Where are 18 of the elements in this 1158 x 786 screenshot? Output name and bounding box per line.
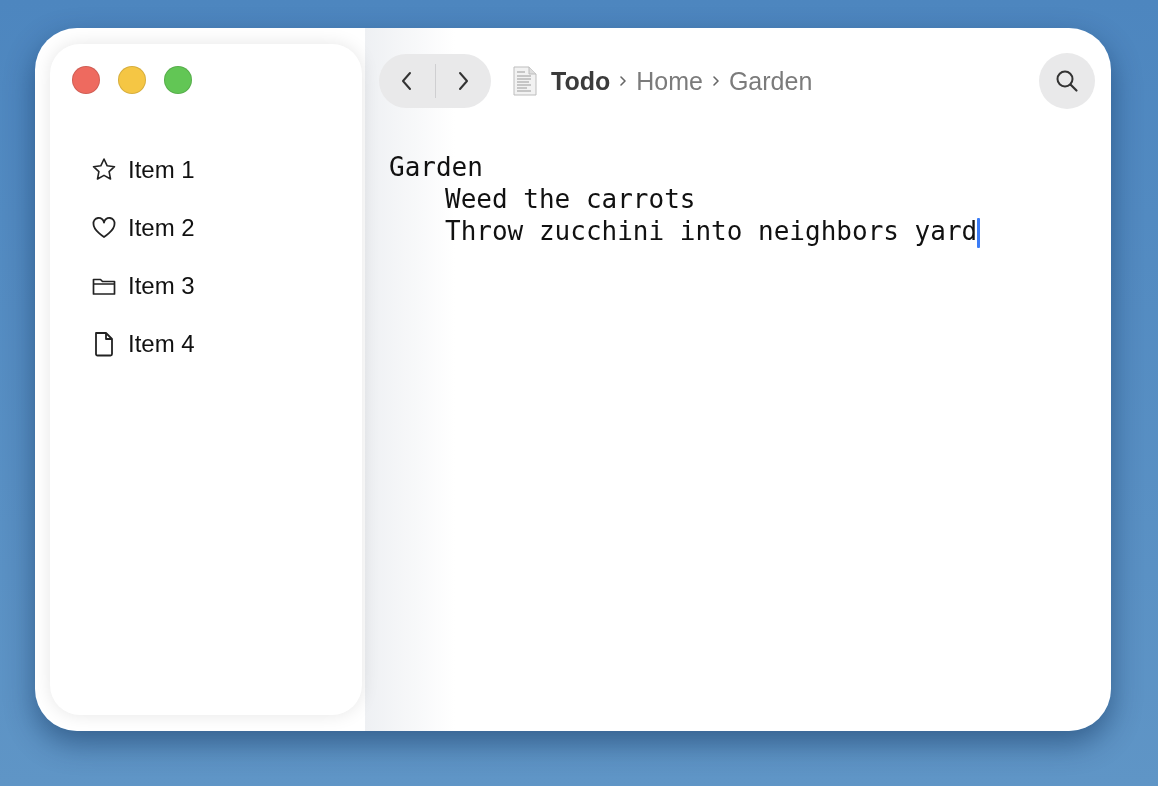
breadcrumb-item[interactable]: Garden: [728, 66, 813, 96]
breadcrumb-item[interactable]: Home: [636, 66, 703, 96]
search-icon: [1054, 68, 1080, 94]
sidebar-item[interactable]: Item 3: [128, 272, 195, 300]
sidebar-item[interactable]: Item 1: [128, 156, 195, 184]
zoom-button[interactable]: [164, 66, 192, 94]
sidebar-item[interactable]: Item 4: [128, 330, 195, 358]
document-icon: [513, 66, 537, 96]
chevron-right-icon: [710, 74, 721, 88]
sidebar-item[interactable]: Item 2: [128, 214, 195, 242]
minimize-button[interactable]: [118, 66, 146, 94]
outline-line: Throw zucchini into neighbors yard: [445, 216, 978, 246]
outline-line: Weed the carrots: [445, 184, 696, 214]
search-button[interactable]: [1039, 53, 1095, 109]
outline-line: Garden: [389, 152, 483, 182]
breadcrumb-item[interactable]: Todo: [551, 66, 611, 96]
chevron-right-icon: [618, 74, 629, 88]
close-button[interactable]: [72, 66, 100, 94]
